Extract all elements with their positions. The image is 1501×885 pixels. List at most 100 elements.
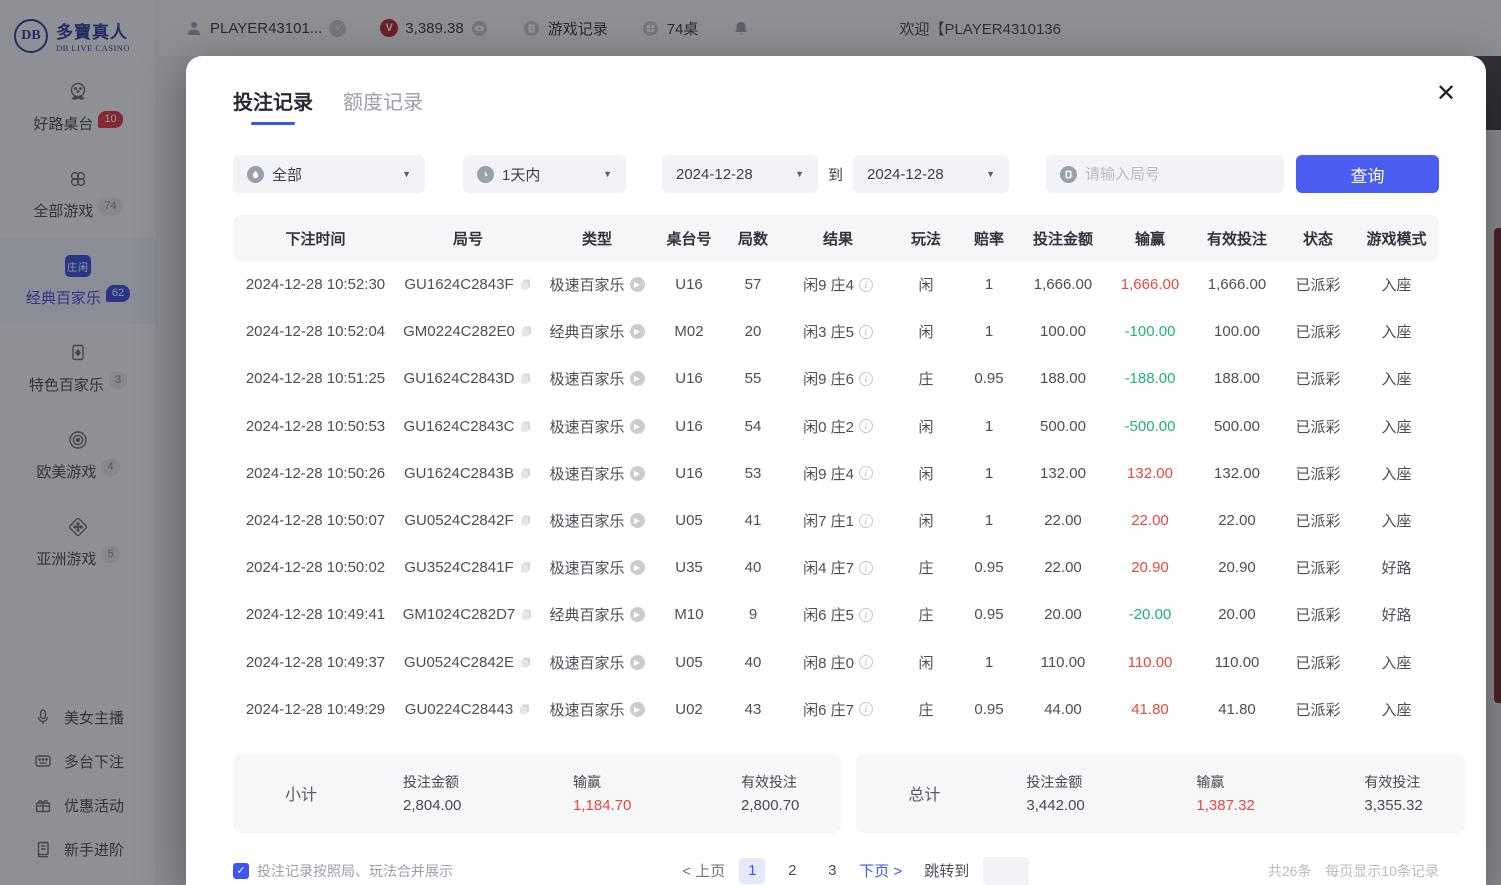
table-header: 下注时间 局号 类型 桌台号 局数 结果 玩法 赔率 投注金额 输赢 有效投注 … xyxy=(233,215,1439,261)
cell-play-type: 闲 xyxy=(892,510,960,531)
jump-to-label: 跳转到 xyxy=(924,860,969,881)
info-icon[interactable]: i xyxy=(859,372,873,386)
col-header: 输赢 xyxy=(1108,228,1192,249)
total-label: 总计 xyxy=(908,781,1026,805)
cell-table-no: U05 xyxy=(656,654,722,671)
cell-bet-time: 2024-12-28 10:51:25 xyxy=(233,370,398,387)
cell-game-mode: 好路 xyxy=(1354,557,1439,578)
copy-icon[interactable] xyxy=(518,703,531,716)
cell-game-type: 极速百家乐 ▶ xyxy=(538,510,656,531)
cell-status: 已派彩 xyxy=(1282,321,1354,342)
cell-game-mode: 好路 xyxy=(1354,604,1439,625)
table-row: 2024-12-28 10:50:02 GU3524C2841F 极速百家乐 ▶… xyxy=(233,544,1439,591)
replay-icon[interactable]: ▶ xyxy=(630,371,645,386)
table-row: 2024-12-28 10:52:30 GU1624C2843F 极速百家乐 ▶… xyxy=(233,261,1439,308)
subtotal-valid: 有效投注 2,800.70 xyxy=(741,772,799,814)
cell-result: 闲9 庄6 i xyxy=(784,368,892,389)
date-from-picker[interactable]: 2024-12-28 ▼ xyxy=(662,155,818,193)
replay-icon[interactable]: ▶ xyxy=(630,702,645,717)
page-button-2[interactable]: 2 xyxy=(779,858,805,884)
col-header: 桌台号 xyxy=(656,228,722,249)
copy-icon[interactable] xyxy=(519,514,532,527)
info-icon[interactable]: i xyxy=(859,608,873,622)
info-icon[interactable]: i xyxy=(859,419,873,433)
game-type-value: 全部 xyxy=(272,164,302,185)
cell-game-mode: 入座 xyxy=(1354,416,1439,437)
info-icon[interactable]: i xyxy=(859,325,873,339)
page-button-3[interactable]: 3 xyxy=(819,858,845,884)
cell-status: 已派彩 xyxy=(1282,368,1354,389)
time-range-select[interactable]: 1天内 ▼ xyxy=(463,155,626,193)
info-icon[interactable]: i xyxy=(859,702,873,716)
replay-icon[interactable]: ▶ xyxy=(630,560,645,575)
page-button-1[interactable]: 1 xyxy=(739,858,765,884)
replay-icon[interactable]: ▶ xyxy=(630,655,645,670)
merge-checkbox-wrap[interactable]: ✓ 投注记录按照局、玩法合并展示 xyxy=(233,861,453,881)
table-row: 2024-12-28 10:49:37 GU0524C2842E 极速百家乐 ▶… xyxy=(233,639,1439,686)
info-icon[interactable]: i xyxy=(859,466,873,480)
copy-icon[interactable] xyxy=(519,420,532,433)
replay-icon[interactable]: ▶ xyxy=(630,324,645,339)
date-to-picker[interactable]: 2024-12-28 ▼ xyxy=(853,155,1009,193)
cell-result: 闲8 庄0 i xyxy=(784,652,892,673)
table-body: 2024-12-28 10:52:30 GU1624C2843F 极速百家乐 ▶… xyxy=(233,261,1439,733)
tab-quota-records[interactable]: 额度记录 xyxy=(343,86,423,125)
search-button[interactable]: 查询 xyxy=(1296,155,1439,193)
next-page-button[interactable]: 下页 > xyxy=(859,860,902,881)
replay-icon[interactable]: ▶ xyxy=(630,513,645,528)
prev-page-button[interactable]: < 上页 xyxy=(682,860,725,881)
copy-icon[interactable] xyxy=(519,656,532,669)
cell-status: 已派彩 xyxy=(1282,463,1354,484)
cell-round-count: 40 xyxy=(722,654,784,671)
modal-tabs: 投注记录 额度记录 xyxy=(233,86,1439,125)
replay-icon[interactable]: ▶ xyxy=(630,607,645,622)
cell-table-no: U02 xyxy=(656,701,722,718)
cell-odds: 0.95 xyxy=(960,606,1018,623)
info-icon[interactable]: i xyxy=(859,514,873,528)
cell-result: 闲0 庄2 i xyxy=(784,416,892,437)
replay-icon[interactable]: ▶ xyxy=(630,419,645,434)
cell-valid-bet: 41.80 xyxy=(1192,701,1282,718)
copy-icon[interactable] xyxy=(520,325,533,338)
cell-play-type: 闲 xyxy=(892,416,960,437)
cell-win-loss: -188.00 xyxy=(1108,370,1192,387)
filter-bar: 全部 ▼ 1天内 ▼ 2024-12-28 ▼ 到 2024-12-28 ▼ 查… xyxy=(233,155,1439,193)
cell-win-loss: -100.00 xyxy=(1108,323,1192,340)
cell-game-mode: 入座 xyxy=(1354,510,1439,531)
cell-bet-amount: 132.00 xyxy=(1018,465,1108,482)
copy-icon[interactable] xyxy=(519,561,532,574)
cell-status: 已派彩 xyxy=(1282,510,1354,531)
cell-bet-time: 2024-12-28 10:50:07 xyxy=(233,512,398,529)
close-icon[interactable]: ✕ xyxy=(1432,80,1460,108)
cell-bet-amount: 44.00 xyxy=(1018,701,1108,718)
checkbox-checked-icon[interactable]: ✓ xyxy=(233,863,249,879)
jump-to-input[interactable] xyxy=(983,857,1029,885)
tab-betting-records[interactable]: 投注记录 xyxy=(233,86,313,125)
cell-play-type: 闲 xyxy=(892,652,960,673)
cell-round-count: 55 xyxy=(722,370,784,387)
info-icon[interactable]: i xyxy=(859,655,873,669)
cell-table-no: M02 xyxy=(656,323,722,340)
caret-down-icon: ▼ xyxy=(795,169,804,179)
replay-icon[interactable]: ▶ xyxy=(630,466,645,481)
col-header: 赔率 xyxy=(960,228,1018,249)
col-header: 局号 xyxy=(398,228,538,249)
cell-bet-amount: 100.00 xyxy=(1018,323,1108,340)
info-icon[interactable]: i xyxy=(859,278,873,292)
copy-icon[interactable] xyxy=(520,608,533,621)
copy-icon[interactable] xyxy=(519,278,532,291)
copy-icon[interactable] xyxy=(519,467,532,480)
info-icon[interactable]: i xyxy=(859,561,873,575)
game-type-select[interactable]: 全部 ▼ xyxy=(233,155,425,193)
table-row: 2024-12-28 10:51:25 GU1624C2843D 极速百家乐 ▶… xyxy=(233,355,1439,402)
cell-round-id: GM1024C282D7 xyxy=(398,606,538,623)
replay-icon[interactable]: ▶ xyxy=(630,277,645,292)
cell-round-count: 20 xyxy=(722,323,784,340)
round-id-input[interactable] xyxy=(1085,166,1270,183)
cell-round-id: GU0224C28443 xyxy=(398,701,538,718)
col-header: 投注金额 xyxy=(1018,228,1108,249)
copy-icon[interactable] xyxy=(519,372,532,385)
caret-down-icon: ▼ xyxy=(603,169,612,179)
cell-win-loss: -500.00 xyxy=(1108,418,1192,435)
cell-win-loss: -20.00 xyxy=(1108,606,1192,623)
